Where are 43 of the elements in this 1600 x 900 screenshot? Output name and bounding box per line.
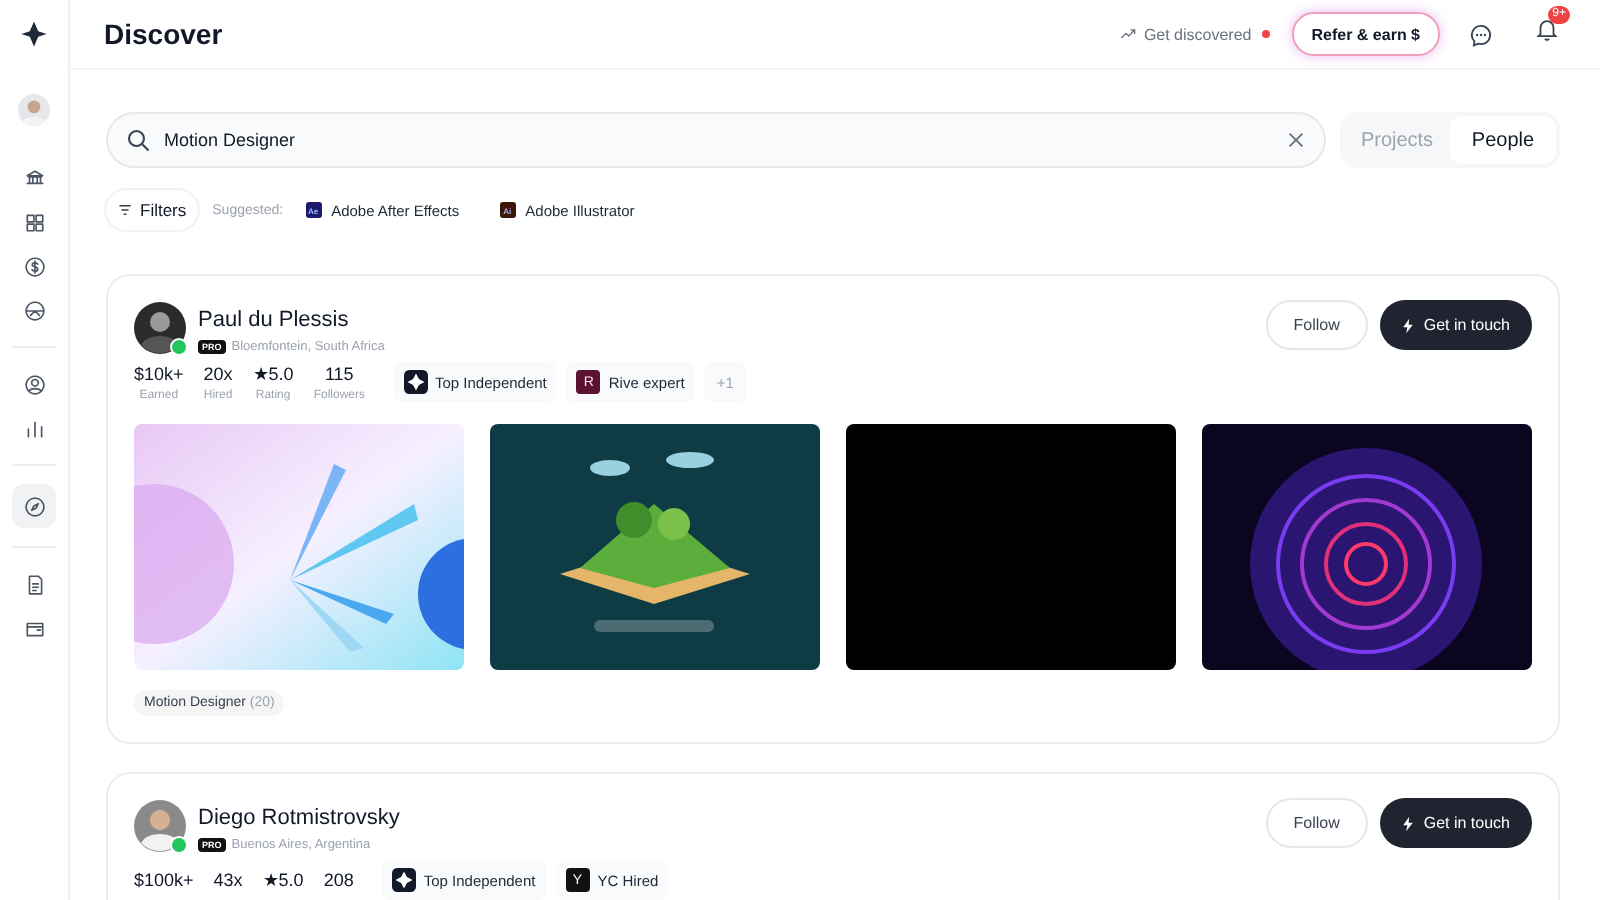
follow-button[interactable]: Follow bbox=[1265, 300, 1368, 350]
avatar bbox=[134, 799, 186, 851]
contact-button[interactable]: Get in touch bbox=[1379, 300, 1532, 350]
logo-icon[interactable] bbox=[20, 20, 48, 48]
stat-value: 115 bbox=[324, 363, 354, 383]
sidebar-item[interactable] bbox=[12, 484, 56, 528]
search-icon bbox=[126, 128, 150, 152]
user-icon bbox=[23, 373, 45, 395]
person-name[interactable]: Paul du Plessis bbox=[198, 308, 349, 332]
compass-icon bbox=[23, 495, 45, 517]
diamond-icon bbox=[391, 868, 416, 892]
page-title: Discover bbox=[104, 18, 223, 50]
dollar-icon bbox=[23, 255, 45, 277]
bell-icon[interactable] bbox=[1534, 16, 1560, 42]
lightning-icon bbox=[1401, 815, 1414, 831]
trend-icon bbox=[1119, 28, 1136, 40]
grid-icon bbox=[23, 211, 45, 233]
chart-icon bbox=[23, 417, 45, 439]
wallet-icon bbox=[23, 617, 45, 639]
diamond-icon bbox=[403, 370, 427, 394]
stat-value: ★5.0 bbox=[252, 363, 294, 383]
status-dot bbox=[1261, 30, 1270, 38]
document-icon bbox=[23, 573, 45, 595]
filters-button[interactable]: Filters bbox=[106, 190, 199, 230]
filter-icon bbox=[118, 204, 132, 216]
chat-icon[interactable] bbox=[1468, 21, 1494, 47]
avatar bbox=[134, 301, 186, 353]
stat-value: ★5.0 bbox=[262, 870, 304, 890]
person-name[interactable]: Diego Rotmistrovsky bbox=[198, 806, 400, 830]
stat-value: 208 bbox=[323, 870, 354, 890]
refer-button[interactable]: Refer & earn $ bbox=[1291, 12, 1440, 56]
bank-icon bbox=[23, 167, 45, 189]
clear-icon[interactable] bbox=[1288, 132, 1304, 148]
stat-value: 20x bbox=[203, 363, 233, 383]
lightning-icon bbox=[1401, 317, 1414, 333]
stat-value: $100k+ bbox=[134, 870, 194, 890]
follow-button[interactable]: Follow bbox=[1265, 798, 1368, 848]
get-discovered-link[interactable]: Get discovered bbox=[1119, 25, 1252, 43]
tab[interactable]: People bbox=[1450, 116, 1556, 164]
stat-value: 43x bbox=[213, 870, 243, 890]
stat-value: $10k+ bbox=[134, 363, 184, 383]
search-field[interactable]: Motion Designer bbox=[106, 112, 1326, 168]
contact-button[interactable]: Get in touch bbox=[1379, 798, 1532, 848]
